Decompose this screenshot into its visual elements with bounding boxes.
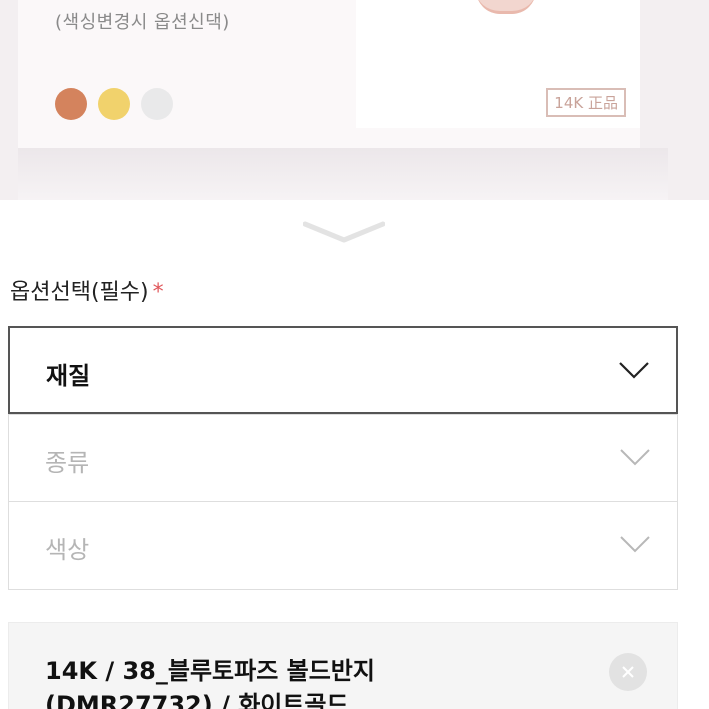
selected-item-detail: (DMR27732) / 화이트골드 [45,691,349,709]
type-select-label: 종류 [45,449,90,477]
ring-image [476,0,536,14]
close-icon [622,666,634,678]
swatch-rose-gold[interactable] [55,88,87,120]
product-thumbnail[interactable]: 14K 正品 [356,0,640,128]
material-select[interactable]: 재질 [8,326,678,414]
selected-option-item: 14K / 38_블루토파즈 볼드반지 (DMR27732) / 화이트골드 [8,622,678,709]
material-select-label: 재질 [46,362,91,390]
option-title: 옵션선택(필수) * [10,274,164,306]
swatch-white-gold[interactable] [141,88,173,120]
remove-item-button[interactable] [609,653,647,691]
type-select[interactable]: 종류 [8,414,678,502]
chevron-down-icon [619,447,651,471]
selected-item-name: 14K / 38_블루토파즈 볼드반지 [45,657,375,685]
card-subtitle: (색싱변경시 옵션신댁) [55,12,230,33]
product-card: (색싱변경시 옵션신댁) 14K 正品 [18,0,640,148]
color-select[interactable]: 색상 [8,501,678,590]
chevron-down-icon[interactable] [302,220,386,248]
required-mark: * [152,280,164,305]
genuine-badge: 14K 正品 [546,88,626,117]
chevron-down-icon [618,360,650,384]
card-shadow [18,148,668,200]
swatch-yellow-gold[interactable] [98,88,130,120]
chevron-down-icon [619,534,651,558]
color-select-label: 색상 [45,536,90,564]
option-title-text: 옵션선택(필수) [10,280,149,305]
